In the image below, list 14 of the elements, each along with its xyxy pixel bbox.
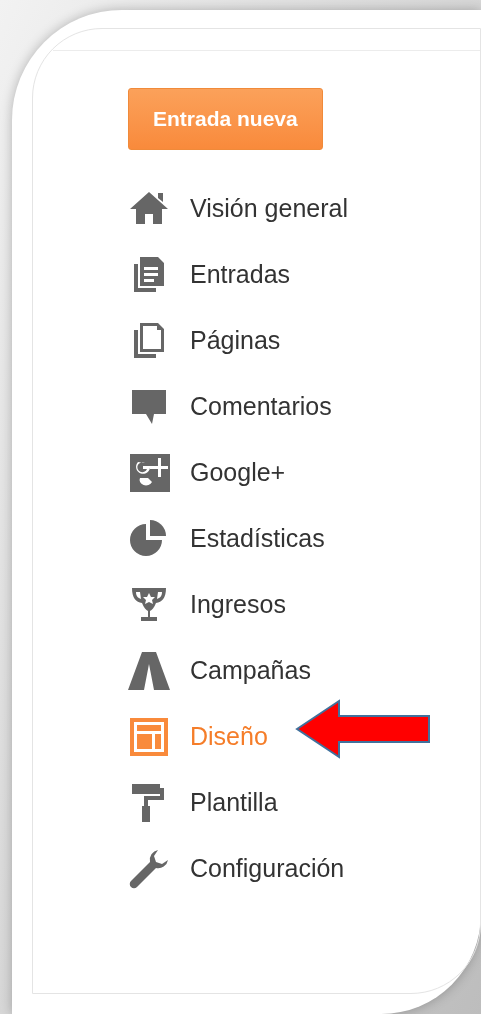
nav-item[interactable]: Google+ xyxy=(128,440,480,506)
layout-icon xyxy=(128,716,170,758)
nav-item[interactable]: Campañas xyxy=(128,638,480,704)
road-icon xyxy=(128,650,170,692)
wrench-icon xyxy=(128,848,170,890)
nav-item[interactable]: Plantilla xyxy=(128,770,480,836)
nav-item[interactable]: Comentarios xyxy=(128,374,480,440)
nav-item[interactable]: Visión general xyxy=(128,176,480,242)
nav-item[interactable]: Ingresos xyxy=(128,572,480,638)
google-plus-icon xyxy=(128,452,170,494)
nav-item[interactable]: Estadísticas xyxy=(128,506,480,572)
nav-item[interactable]: Configuración xyxy=(128,836,480,902)
nav-item[interactable]: Entradas xyxy=(128,242,480,308)
nav-item[interactable]: Páginas xyxy=(128,308,480,374)
